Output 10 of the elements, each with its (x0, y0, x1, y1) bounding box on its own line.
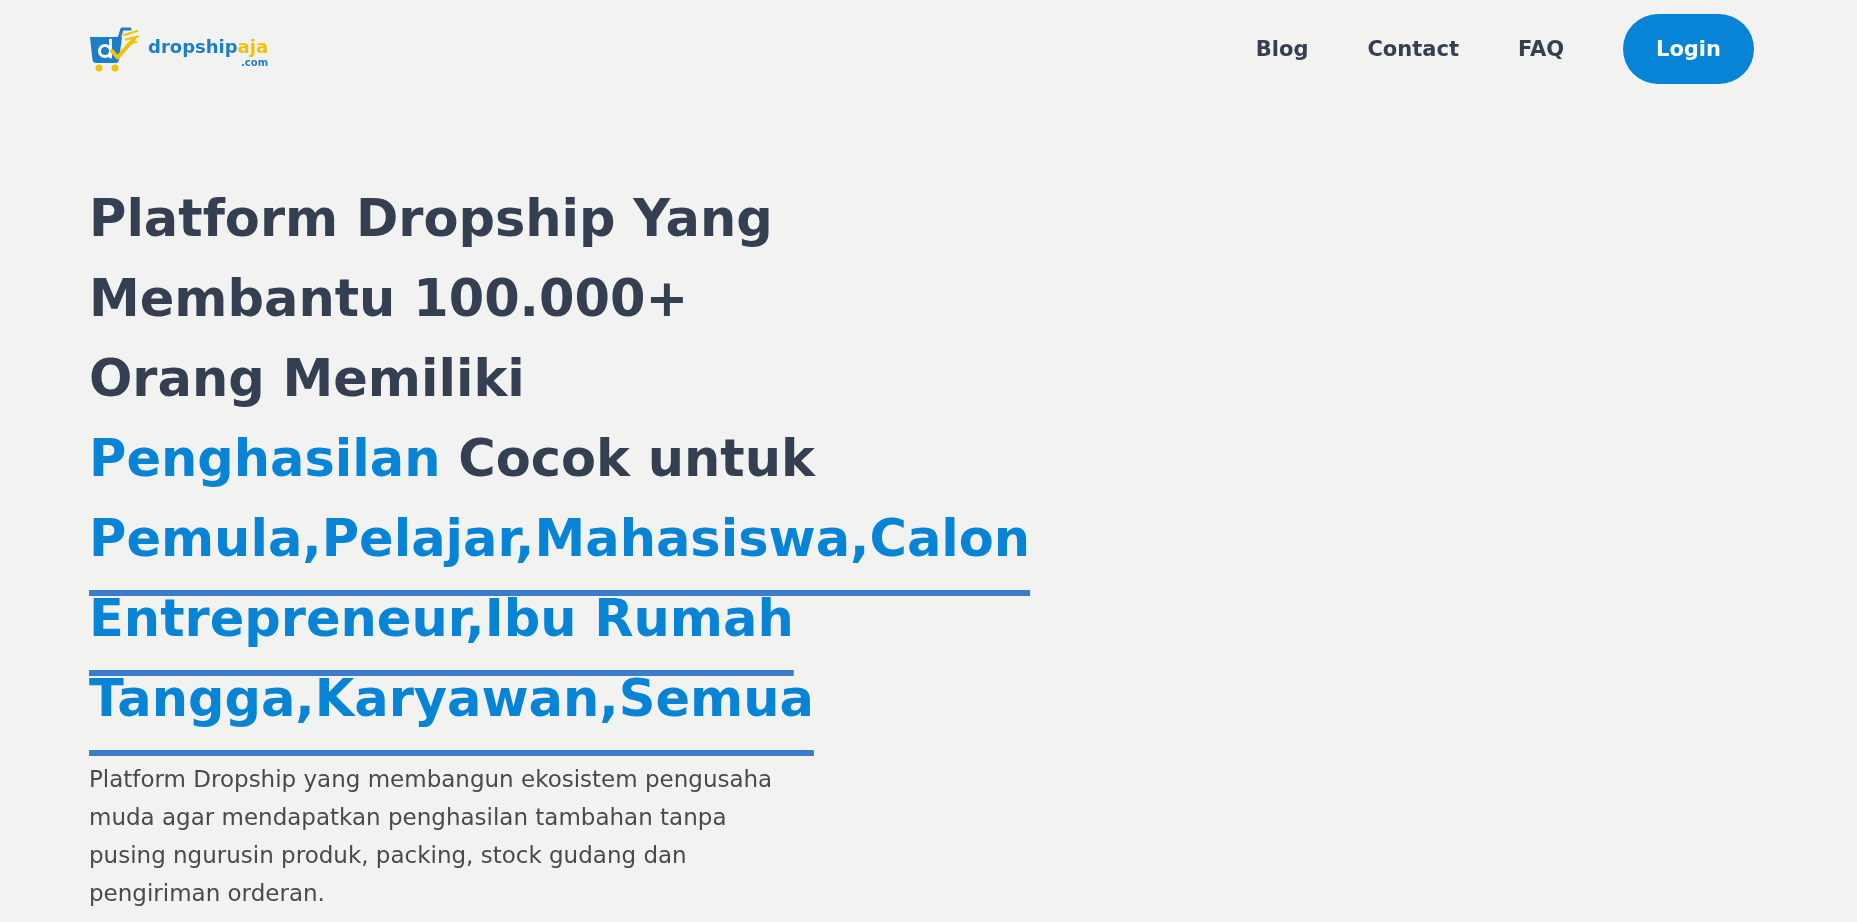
nav-link[interactable]: FAQ (1517, 36, 1564, 62)
hero-description: Platform Dropship yang membangun ekosistem pengusaha muda agar mendapatkan penghasilan tambahan tanpa pusing ngurusin produk, packing, stock gudang dan pengiriman orderan. (89, 765, 774, 908)
nav-link[interactable]: Contact (1367, 36, 1459, 62)
nav-link[interactable]: Blog (1255, 36, 1309, 62)
login-button[interactable]: Login (1623, 14, 1754, 84)
logo-domain: .com (241, 57, 269, 69)
logo-wordmark: dropshipaja (148, 37, 269, 57)
typed-audience-text: Pemula,Pelajar,Mahasiswa,Calon Entrepreneur,Ibu Rumah Tangga,Karyawan,Semua (89, 508, 1032, 730)
cart-logo-icon (89, 26, 139, 72)
hero-headline: Platform Dropship Yang Membantu 100.000+ Orang Memiliki Penghasilan Cocok untuk (89, 188, 815, 490)
